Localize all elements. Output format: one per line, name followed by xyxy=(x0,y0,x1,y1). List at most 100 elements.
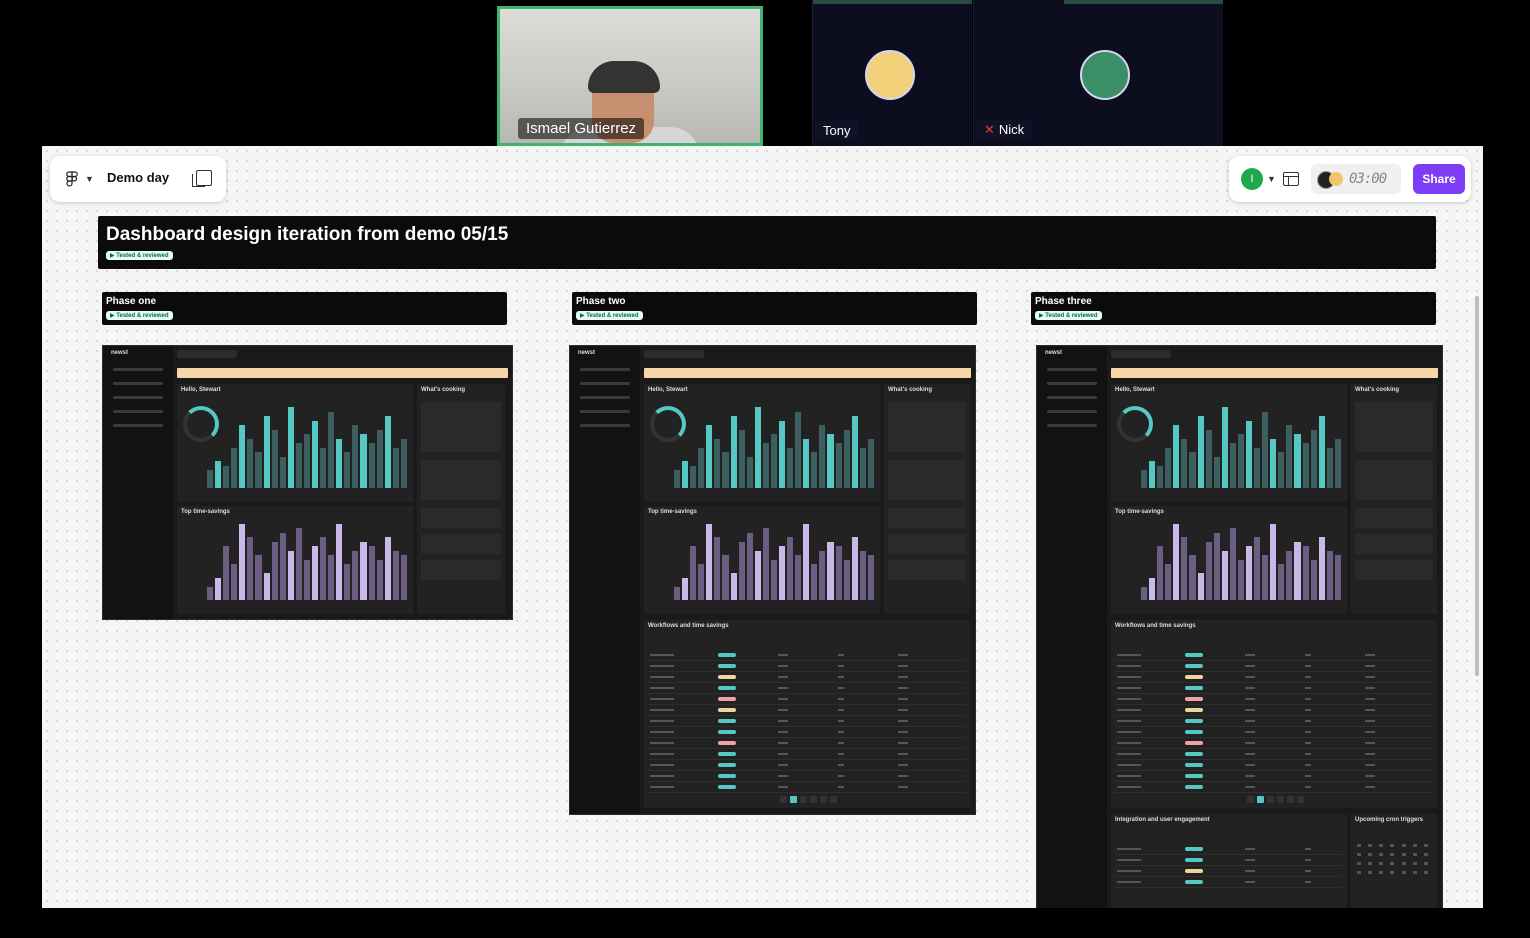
calendar-day[interactable] xyxy=(1368,871,1373,874)
table-row[interactable] xyxy=(648,738,966,749)
calendar-day[interactable] xyxy=(1412,862,1417,865)
table-row[interactable] xyxy=(1115,782,1433,793)
calendar-day[interactable] xyxy=(1379,844,1384,847)
news-card[interactable] xyxy=(888,508,966,528)
timer-widget[interactable]: 03:00 xyxy=(1311,164,1401,194)
table-row[interactable] xyxy=(1115,866,1375,877)
dashboard-frame-phase-two[interactable]: newst Hello, Stewart What's cooking Top … xyxy=(569,345,976,815)
file-name[interactable]: Demo day xyxy=(107,170,169,185)
news-card[interactable] xyxy=(888,560,966,580)
calendar-day[interactable] xyxy=(1412,871,1417,874)
page-button[interactable] xyxy=(1297,796,1304,803)
page-button[interactable] xyxy=(1277,796,1284,803)
page-button[interactable] xyxy=(830,796,837,803)
table-row[interactable] xyxy=(648,716,966,727)
table-row[interactable] xyxy=(1115,771,1433,782)
page-button[interactable] xyxy=(1267,796,1274,803)
sidebar-item[interactable] xyxy=(1047,396,1097,399)
canvas-scrollbar[interactable] xyxy=(1475,296,1479,676)
news-card[interactable] xyxy=(1355,534,1433,554)
sidebar-item[interactable] xyxy=(580,396,630,399)
calendar-day[interactable] xyxy=(1401,871,1406,874)
phase-one-header[interactable]: Phase one ▶ Tested & reviewed xyxy=(102,292,507,325)
page-button[interactable] xyxy=(810,796,817,803)
sidebar-item[interactable] xyxy=(1047,368,1097,371)
news-card[interactable] xyxy=(1355,508,1433,528)
table-row[interactable] xyxy=(648,727,966,738)
pages-icon[interactable] xyxy=(192,170,212,187)
org-selector[interactable] xyxy=(644,350,704,358)
sidebar-item[interactable] xyxy=(580,424,630,427)
table-row[interactable] xyxy=(1115,661,1433,672)
calendar-day[interactable] xyxy=(1357,871,1361,874)
page-button[interactable] xyxy=(820,796,827,803)
figma-logo-icon[interactable] xyxy=(66,171,78,187)
table-row[interactable] xyxy=(648,705,966,716)
news-card[interactable] xyxy=(421,460,501,500)
table-row[interactable] xyxy=(648,771,966,782)
calendar-day[interactable] xyxy=(1390,871,1395,874)
table-row[interactable] xyxy=(1115,760,1433,771)
table-row[interactable] xyxy=(1115,716,1433,727)
pagination[interactable] xyxy=(1247,796,1304,804)
table-row[interactable] xyxy=(648,661,966,672)
calendar-day[interactable] xyxy=(1357,862,1361,865)
sidebar-item[interactable] xyxy=(113,424,163,427)
table-row[interactable] xyxy=(1115,672,1433,683)
news-card[interactable] xyxy=(1355,460,1433,500)
calendar-day[interactable] xyxy=(1357,853,1361,856)
calendar-day[interactable] xyxy=(1368,853,1373,856)
calendar-day[interactable] xyxy=(1379,853,1384,856)
news-card[interactable] xyxy=(1355,560,1433,580)
table-row[interactable] xyxy=(648,760,966,771)
news-card[interactable] xyxy=(421,402,501,452)
table-row[interactable] xyxy=(648,749,966,760)
calendar-day[interactable] xyxy=(1423,853,1428,856)
table-row[interactable] xyxy=(648,694,966,705)
sidebar-item[interactable] xyxy=(580,382,630,385)
calendar-day[interactable] xyxy=(1368,844,1373,847)
calendar-day[interactable] xyxy=(1401,853,1406,856)
table-row[interactable] xyxy=(1115,738,1433,749)
calendar-day[interactable] xyxy=(1423,844,1428,847)
board-banner[interactable]: Dashboard design iteration from demo 05/… xyxy=(98,216,1436,269)
table-row[interactable] xyxy=(1115,844,1375,855)
table-row[interactable] xyxy=(1115,705,1433,716)
sidebar-item[interactable] xyxy=(580,410,630,413)
share-button[interactable]: Share xyxy=(1413,164,1465,194)
table-row[interactable] xyxy=(1115,727,1433,738)
page-button[interactable] xyxy=(790,796,797,803)
calendar-day[interactable] xyxy=(1390,853,1395,856)
sidebar-item[interactable] xyxy=(1047,410,1097,413)
table-row[interactable] xyxy=(648,672,966,683)
news-card[interactable] xyxy=(421,560,501,580)
dashboard-frame-phase-one[interactable]: newst Hello, Stewart What's cooking Top … xyxy=(102,345,513,620)
table-row[interactable] xyxy=(648,650,966,661)
table-row[interactable] xyxy=(1115,650,1433,661)
calendar-day[interactable] xyxy=(1401,862,1406,865)
calendar-day[interactable] xyxy=(1412,844,1417,847)
sidebar-item[interactable] xyxy=(113,410,163,413)
sidebar-item[interactable] xyxy=(1047,424,1097,427)
pagination[interactable] xyxy=(780,796,837,804)
calendar-day[interactable] xyxy=(1390,844,1395,847)
phase-three-header[interactable]: Phase three ▶ Tested & reviewed xyxy=(1031,292,1436,325)
news-card[interactable] xyxy=(888,460,966,500)
video-tile-tony[interactable]: Tony xyxy=(812,0,972,146)
calendar-day[interactable] xyxy=(1423,862,1428,865)
video-tile-ismael[interactable]: Ismael Gutierrez xyxy=(497,6,763,146)
news-card[interactable] xyxy=(421,508,501,528)
table-row[interactable] xyxy=(648,782,966,793)
org-selector[interactable] xyxy=(177,350,237,358)
layout-icon[interactable] xyxy=(1283,172,1299,186)
sidebar-item[interactable] xyxy=(113,368,163,371)
calendar-day[interactable] xyxy=(1412,853,1417,856)
calendar-day[interactable] xyxy=(1390,862,1395,865)
table-row[interactable] xyxy=(1115,683,1433,694)
news-card[interactable] xyxy=(888,534,966,554)
calendar-day[interactable] xyxy=(1368,862,1373,865)
calendar-day[interactable] xyxy=(1379,871,1384,874)
calendar-day[interactable] xyxy=(1379,862,1384,865)
video-tile-nick[interactable]: ✕ Nick xyxy=(973,0,1223,146)
org-selector[interactable] xyxy=(1111,350,1171,358)
